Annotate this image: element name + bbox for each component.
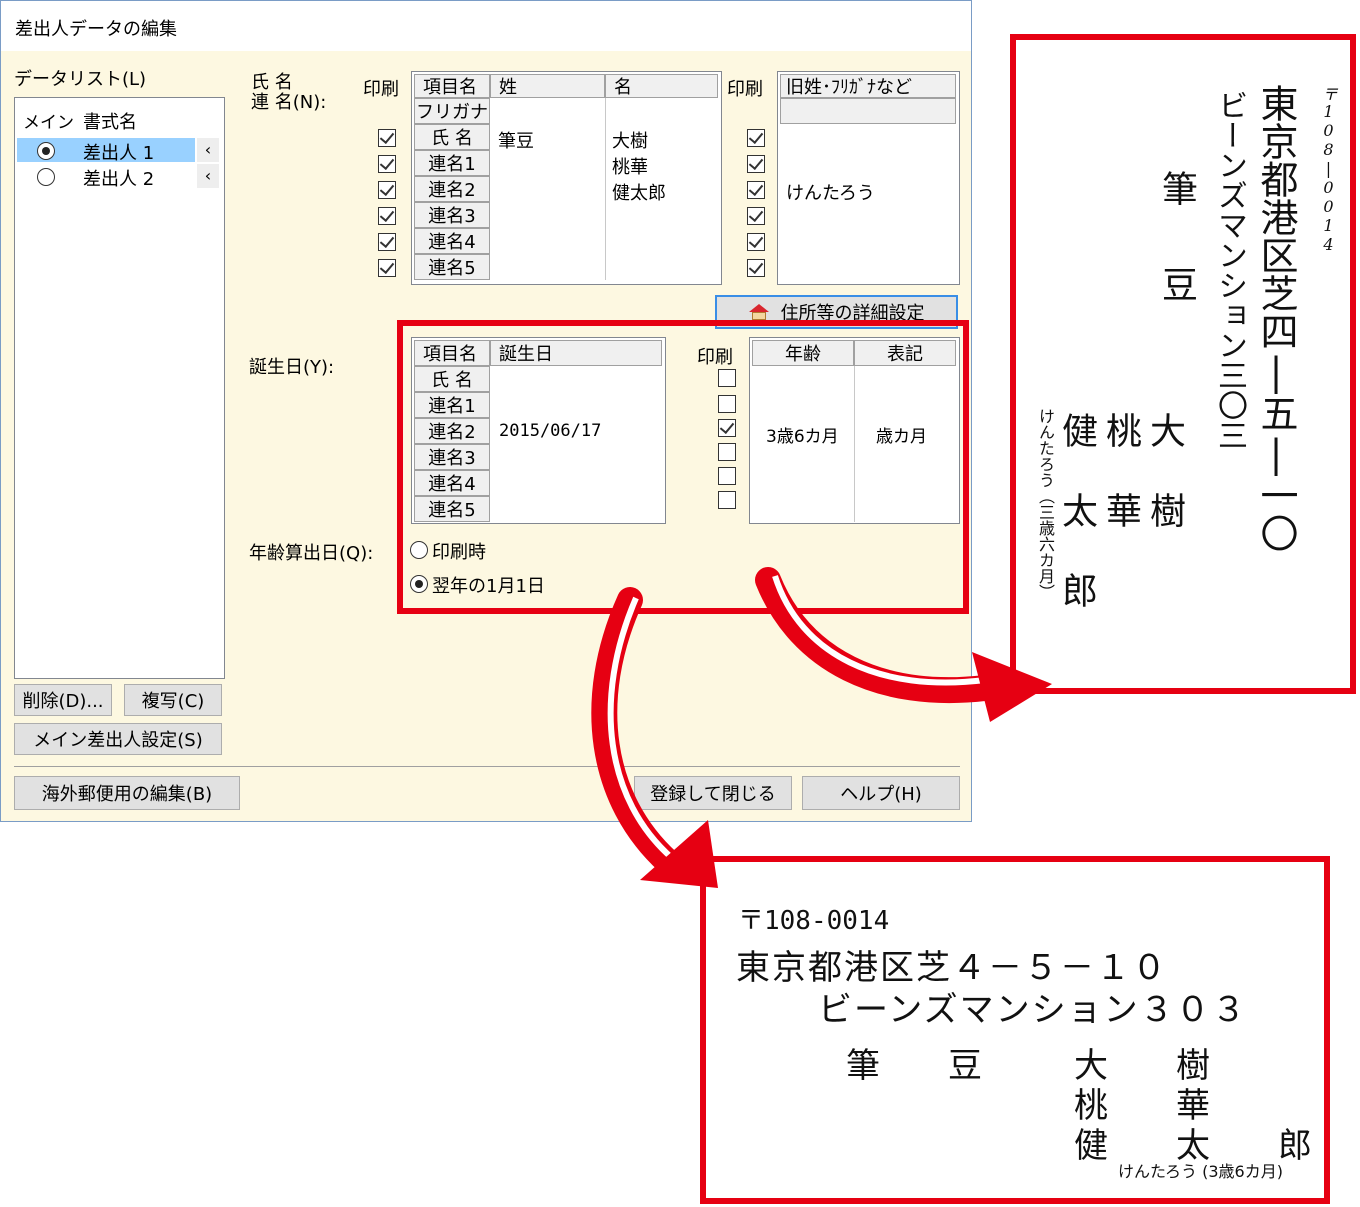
- arrow-to-vertical-icon: [755, 567, 1052, 722]
- arrows-overlay: [591, 567, 1052, 888]
- arrow-to-horizontal-icon: [591, 587, 718, 888]
